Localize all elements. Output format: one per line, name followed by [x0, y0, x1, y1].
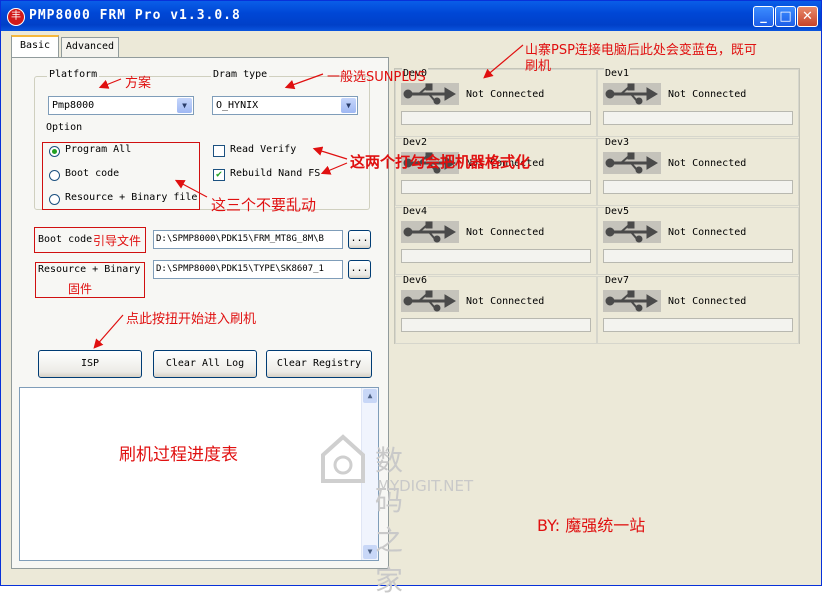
app-window: 丰 PMP8000 FRM Pro v1.3.0.8 _ □ ✕ Basic A…	[0, 0, 822, 597]
device-progress-bar	[603, 249, 793, 263]
tab-advanced[interactable]: Advanced	[61, 37, 119, 57]
device-status: Not Connected	[668, 89, 747, 100]
device-progress-bar	[603, 111, 793, 125]
dram-value: O_HYNIX	[216, 100, 259, 111]
annotation-psp-1: 山寨PSP连接电脑后此处会变蓝色，既可	[525, 43, 757, 58]
maximize-button[interactable]: □	[775, 6, 796, 27]
device-status: Not Connected	[466, 89, 545, 100]
annotation-no-touch: 这三个不要乱动	[211, 196, 317, 214]
annotation-scheme: 方案	[125, 76, 152, 91]
watermark-cn: 数码之家	[375, 444, 404, 597]
rebuild-nand-label: Rebuild Nand FS	[230, 168, 321, 179]
device-name: Dev4	[402, 206, 429, 217]
chevron-down-icon[interactable]: ▼	[177, 98, 192, 113]
device-progress-bar	[401, 111, 591, 125]
device-status: Not Connected	[668, 227, 747, 238]
window-title: PMP8000 FRM Pro v1.3.0.8	[29, 8, 241, 23]
device-status: Not Connected	[668, 158, 747, 169]
clear-all-log-button[interactable]: Clear All Log	[153, 350, 257, 378]
device-progress-bar	[401, 318, 591, 332]
device-name: Dev5	[604, 206, 631, 217]
platform-value: Pmp8000	[52, 100, 95, 111]
usb-icon	[401, 290, 459, 312]
annotation-author: BY: 魔强统一站	[537, 516, 646, 535]
device-name: Dev3	[604, 137, 631, 148]
device-progress-bar	[401, 249, 591, 263]
resource-path-field[interactable]: D:\SPMP8000\PDK15\TYPE\SK8607_1	[153, 260, 343, 279]
tab-basic[interactable]: Basic	[11, 35, 59, 59]
usb-icon	[401, 83, 459, 105]
rebuild-nand-checkbox[interactable]: ✔	[213, 169, 225, 181]
device-progress-bar	[603, 180, 793, 194]
device-name: Dev1	[604, 68, 631, 79]
house-logo-icon	[321, 434, 365, 483]
minimize-button[interactable]: _	[753, 6, 774, 27]
option-label: Option	[44, 122, 85, 133]
device-status: Not Connected	[668, 296, 747, 307]
app-icon: 丰	[7, 8, 25, 26]
chevron-down-icon[interactable]: ▼	[341, 98, 356, 113]
isp-button[interactable]: ISP	[38, 350, 142, 378]
scroll-up-icon[interactable]: ▲	[363, 389, 377, 403]
device-slot: Dev5 Not Connected	[597, 206, 799, 275]
platform-label: Platform	[47, 69, 100, 80]
device-name: Dev7	[604, 275, 631, 286]
annotation-psp-2: 刷机	[525, 59, 552, 74]
annotation-click-isp: 点此按扭开始进入刷机	[126, 312, 257, 327]
read-verify-checkbox[interactable]	[213, 145, 225, 157]
annotation-box-options	[42, 142, 200, 210]
boot-browse-button[interactable]: ...	[348, 230, 371, 249]
device-name: Dev2	[402, 137, 429, 148]
read-verify-label: Read Verify	[230, 144, 297, 155]
annotation-progress: 刷机过程进度表	[119, 445, 238, 465]
device-slot: Dev1 Not Connected	[597, 68, 799, 137]
usb-icon	[603, 83, 661, 105]
device-slot: Dev4 Not Connected	[395, 206, 597, 275]
clear-registry-button[interactable]: Clear Registry	[266, 350, 372, 378]
dram-label: Dram type	[211, 69, 270, 80]
annotation-boot-file: 引导文件	[93, 234, 142, 248]
device-name: Dev6	[402, 275, 429, 286]
watermark-en: MYDIGIT.NET	[377, 477, 474, 495]
usb-icon	[603, 152, 661, 174]
device-status: Not Connected	[466, 227, 545, 238]
resource-browse-button[interactable]: ...	[348, 260, 371, 279]
device-status: Not Connected	[466, 296, 545, 307]
annotation-dram: 一般选SUNPLUS	[327, 70, 426, 85]
usb-icon	[401, 221, 459, 243]
title-bar[interactable]: 丰 PMP8000 FRM Pro v1.3.0.8 _ □ ✕	[1, 1, 821, 31]
platform-select[interactable]: Pmp8000 ▼	[48, 96, 194, 115]
device-progress-bar	[603, 318, 793, 332]
device-progress-bar	[401, 180, 591, 194]
dram-select[interactable]: O_HYNIX ▼	[212, 96, 358, 115]
close-button[interactable]: ✕	[797, 6, 818, 27]
annotation-format: 这两个打勾会把机器格式化	[350, 153, 531, 171]
device-slot: Dev6 Not Connected	[395, 275, 597, 344]
device-slot: Dev3 Not Connected	[597, 137, 799, 206]
device-grid: Dev0 Not Connected Dev1 Not Connected Dev2 No…	[394, 68, 800, 344]
annotation-firmware: 固件	[68, 282, 93, 296]
usb-icon	[603, 290, 661, 312]
device-slot: Dev2 Not Connected	[395, 137, 597, 206]
usb-icon	[603, 221, 661, 243]
device-slot: Dev7 Not Connected	[597, 275, 799, 344]
boot-code-path-field[interactable]: D:\SPMP8000\PDK15\FRM_MT8G_8M\B	[153, 230, 343, 249]
